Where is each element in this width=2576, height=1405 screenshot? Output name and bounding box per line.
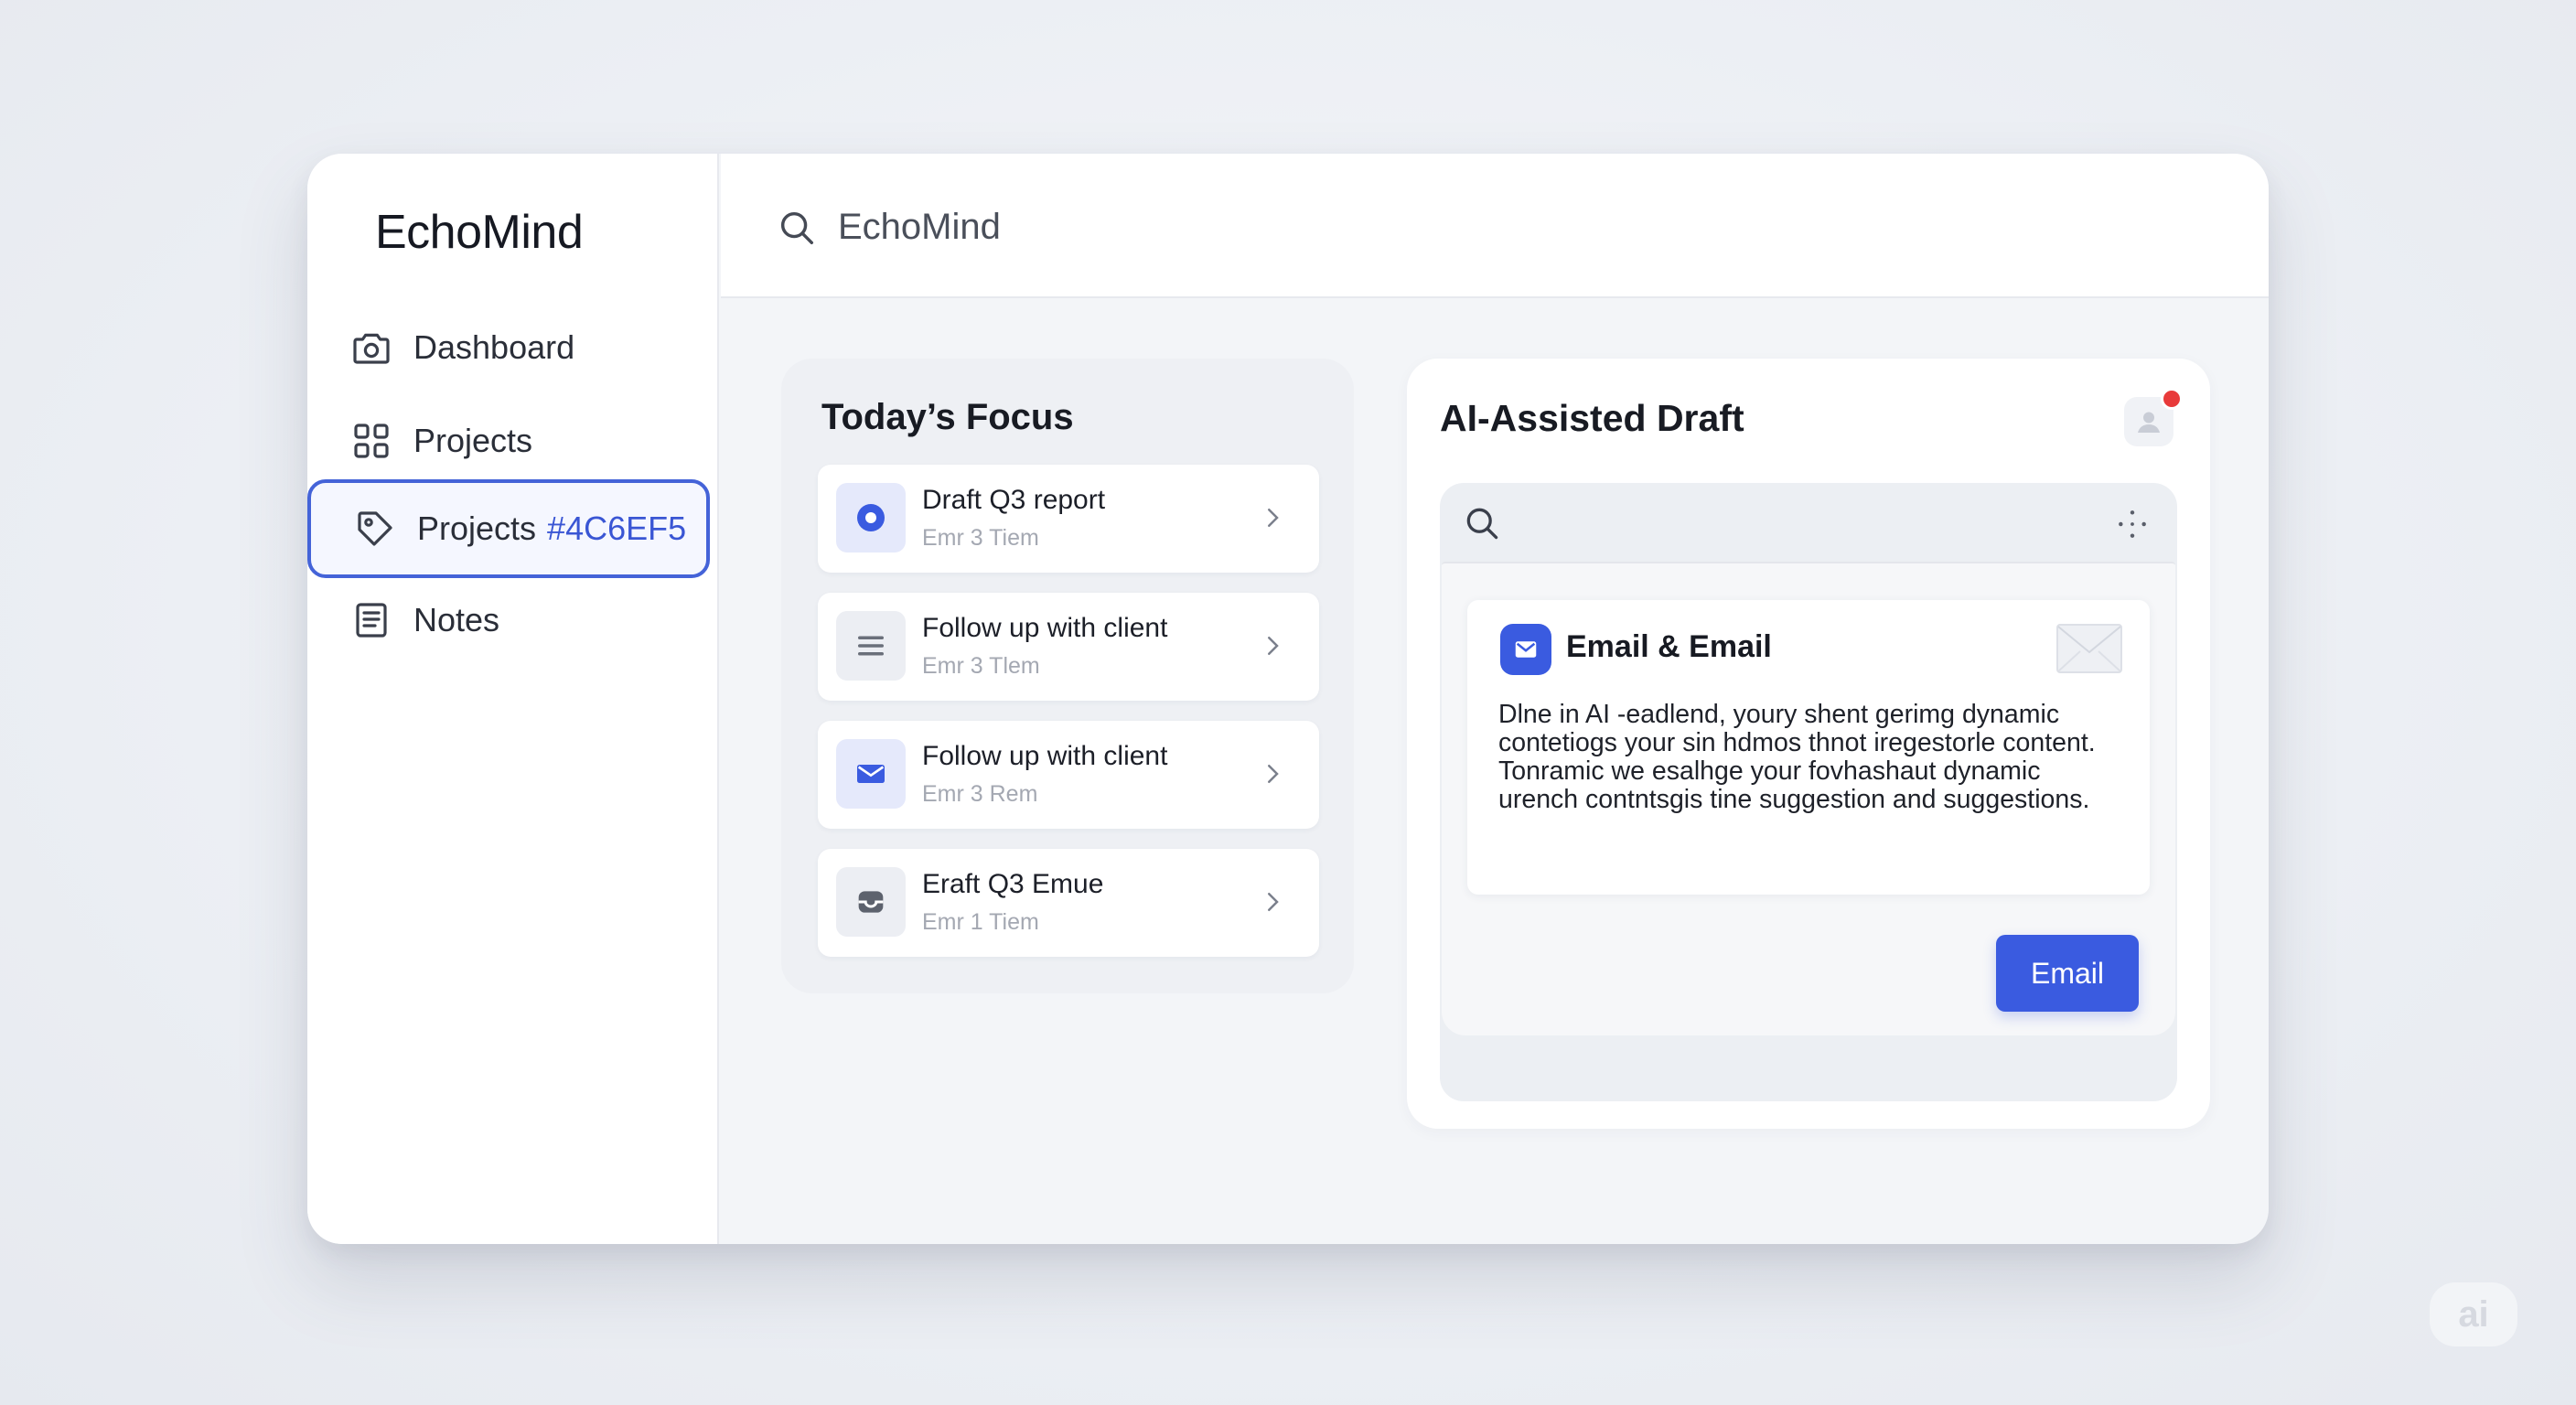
location-icon [857, 504, 885, 531]
task-title: Draft Q3 report [922, 485, 1106, 515]
camera-icon [353, 333, 390, 364]
mail-icon [1515, 641, 1537, 658]
email-body-text[interactable]: Dlne in AI -eadlend, youry shent gerimg … [1498, 701, 2120, 814]
ai-draft-panel: AI-Assisted Draft Email & Email Dlne in … [1407, 359, 2210, 1129]
sidebar-item-label: Projects [413, 422, 533, 459]
top-header: EchoMind 1 [721, 154, 2269, 298]
chevron-right-icon [1268, 893, 1279, 911]
more-dots-icon[interactable] [2115, 507, 2150, 542]
chevron-right-icon [1268, 637, 1279, 655]
editor-toolbar [1440, 483, 2177, 562]
sidebar-item-label: Notes [413, 601, 500, 638]
chevron-right-icon [1268, 765, 1279, 783]
search-icon[interactable] [1462, 503, 1502, 543]
task-item[interactable]: Draft Q3 report Emr 3 Tiem [818, 465, 1319, 573]
project-color-code: #4C6EF5 [547, 509, 687, 547]
brand-logo: EchoMind [375, 206, 584, 259]
task-meta: Emr 3 Tiem [922, 525, 1039, 551]
email-heading: Email & Email [1566, 629, 1772, 664]
draft-editor: Email & Email Dlne in AI -eadlend, youry… [1440, 483, 2177, 1101]
sidebar: EchoMind Dashboard Projects Projects #4C… [307, 154, 719, 1244]
task-title: Follow up with client [922, 613, 1168, 643]
todays-focus-panel: Today’s Focus Draft Q3 report Emr 3 Tiem… [781, 359, 1354, 993]
email-app-icon [1500, 624, 1551, 675]
email-draft-card[interactable]: Email & Email Dlne in AI -eadlend, youry… [1467, 600, 2150, 895]
chevron-right-icon [1268, 509, 1279, 527]
sidebar-item-notes[interactable]: Notes [307, 574, 710, 666]
menu-lines-icon [858, 636, 884, 656]
task-icon-box [836, 867, 906, 937]
app-window: EchoMind Dashboard Projects Projects #4C… [307, 154, 2269, 1244]
task-title: Eraft Q3 Emue [922, 869, 1104, 899]
editor-body: Email & Email Dlne in AI -eadlend, youry… [1442, 562, 2175, 1035]
mail-icon [857, 765, 885, 783]
sidebar-item-dashboard[interactable]: Dashboard [307, 302, 710, 393]
task-icon-box [836, 739, 906, 809]
sidebar-item-label: Projects [417, 509, 537, 547]
task-icon-box [836, 483, 906, 552]
panel-title: Today’s Focus [821, 397, 1074, 437]
email-send-button[interactable]: Email [1996, 935, 2139, 1012]
task-item[interactable]: Eraft Q3 Emue Emr 1 Tiem [818, 849, 1319, 957]
ai-watermark: ai [2430, 1282, 2517, 1346]
panel-title: AI-Assisted Draft [1440, 397, 1744, 439]
user-icon [2138, 412, 2160, 433]
task-title: Follow up with client [922, 741, 1168, 771]
grid-icon [354, 424, 389, 458]
sidebar-item-projects[interactable]: Projects [307, 395, 710, 487]
notification-badge [2161, 388, 2183, 410]
task-meta: Emr 3 Rem [922, 781, 1038, 807]
envelope-icon [2056, 624, 2122, 673]
task-item[interactable]: Follow up with client Emr 3 Rem [818, 721, 1319, 829]
task-item[interactable]: Follow up with client Emr 3 Tlem [818, 593, 1319, 701]
search-icon[interactable] [776, 207, 818, 249]
sidebar-item-projects-active[interactable]: Projects #4C6EF5 [307, 479, 710, 578]
notes-icon [356, 603, 387, 638]
task-meta: Emr 3 Tlem [922, 653, 1040, 679]
inbox-icon [858, 891, 884, 913]
task-meta: Emr 1 Tiem [922, 909, 1039, 935]
task-icon-box [836, 611, 906, 681]
tag-icon [358, 511, 392, 546]
search-input[interactable]: EchoMind [838, 207, 1001, 248]
sidebar-item-label: Dashboard [413, 328, 575, 366]
